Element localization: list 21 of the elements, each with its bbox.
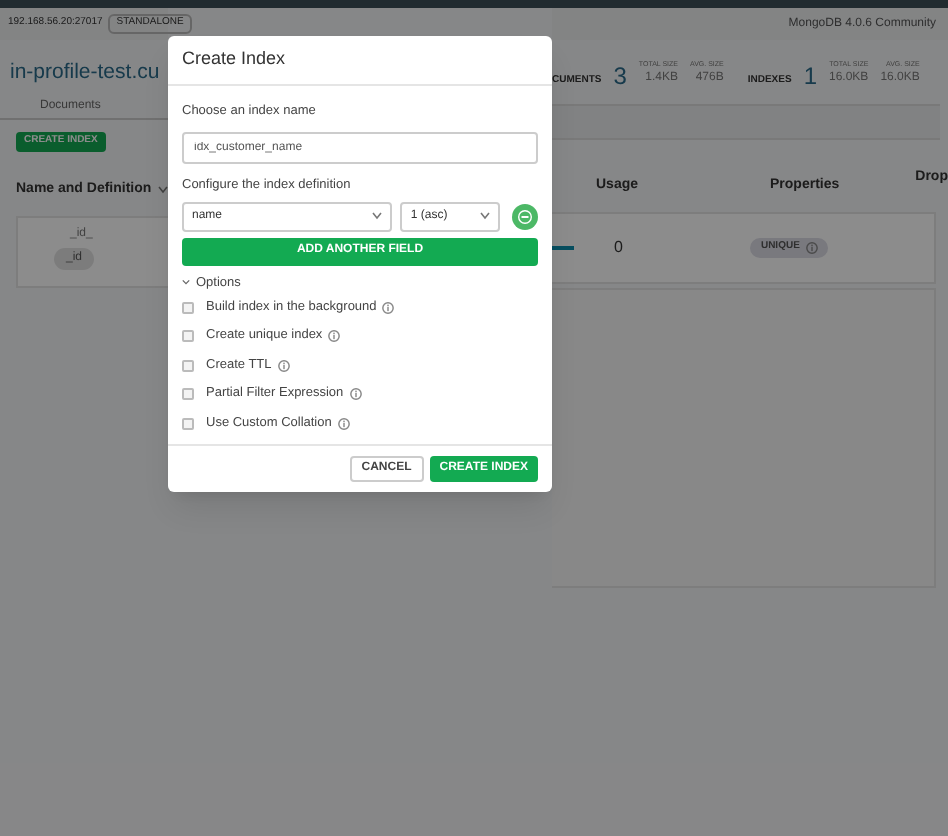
usage-value: 0 bbox=[614, 236, 623, 260]
stat-value: 1 bbox=[803, 64, 817, 89]
minus-icon bbox=[518, 209, 533, 223]
caret-icon bbox=[372, 212, 383, 220]
info-icon bbox=[349, 388, 362, 400]
info-icon bbox=[328, 330, 341, 342]
dialog-title: Create Index bbox=[182, 46, 286, 73]
checkbox[interactable] bbox=[182, 330, 194, 342]
checkbox[interactable] bbox=[182, 301, 194, 313]
caret-icon bbox=[480, 212, 491, 220]
sort-icon bbox=[157, 185, 168, 194]
info-icon bbox=[337, 417, 350, 429]
info-icon bbox=[382, 301, 395, 313]
remove-field-button[interactable] bbox=[512, 203, 538, 229]
stat-value: 3 bbox=[613, 64, 627, 89]
info-icon bbox=[277, 359, 290, 371]
collection-title: in-profile-test.cu bbox=[8, 58, 162, 83]
checkbox[interactable] bbox=[182, 359, 194, 371]
info-icon bbox=[805, 242, 818, 254]
checkbox[interactable] bbox=[182, 417, 194, 429]
checkbox[interactable] bbox=[182, 388, 194, 400]
